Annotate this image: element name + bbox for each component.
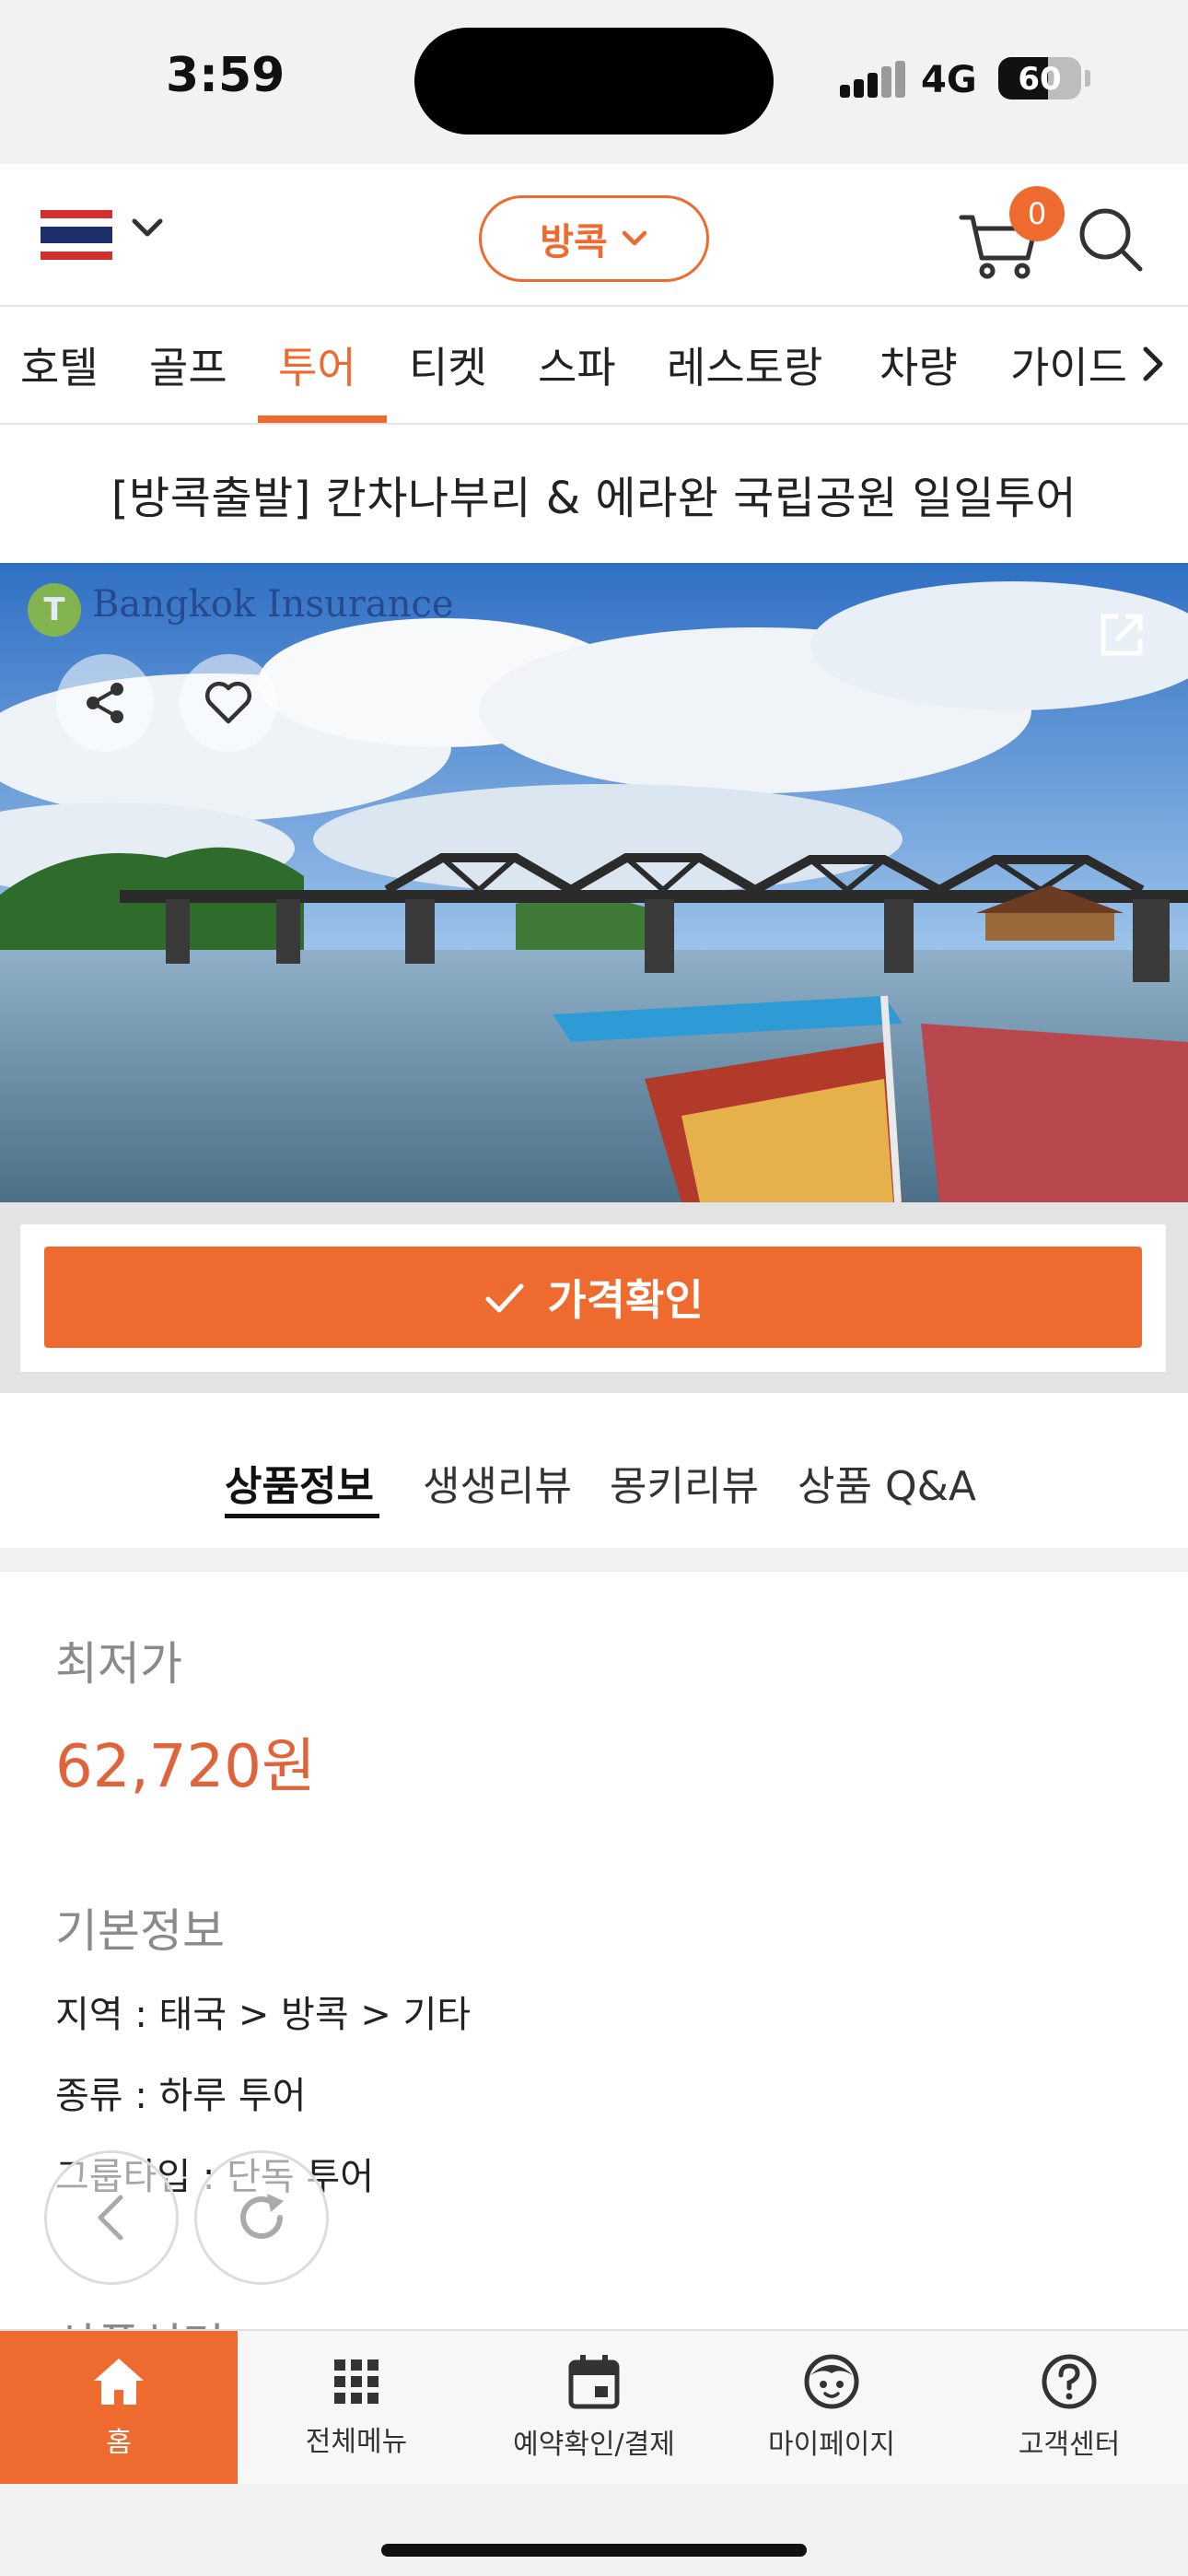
chevron-left-icon — [98, 2195, 123, 2241]
category-restaurant[interactable]: 레스토랑 — [667, 334, 822, 395]
category-tour[interactable]: 투어 — [278, 334, 356, 395]
category-guide[interactable]: 가이드 — [1010, 334, 1127, 395]
user-face-icon — [804, 2354, 859, 2409]
battery-icon: 60 — [998, 57, 1081, 100]
nav-my-page[interactable]: 마이페이지 — [713, 2331, 950, 2484]
refresh-button[interactable] — [194, 2150, 329, 2285]
lowest-price: 62,720원 — [55, 1733, 316, 1801]
app-header: 방콕 0 — [0, 164, 1188, 307]
basic-info-label: 기본정보 — [55, 1904, 225, 1958]
calendar-icon — [568, 2355, 620, 2409]
thailand-flag-icon[interactable] — [41, 210, 112, 260]
price-check-button[interactable]: 가격확인 — [44, 1247, 1142, 1348]
network-type: 4G — [921, 59, 977, 101]
category-golf[interactable]: 골프 — [149, 334, 227, 395]
check-icon — [485, 1283, 524, 1313]
tab-active-indicator — [225, 1514, 379, 1518]
nav-home[interactable]: 홈 — [0, 2331, 238, 2484]
search-icon[interactable] — [1076, 205, 1146, 275]
tab-monkey-reviews[interactable]: 몽키리뷰 — [610, 1453, 759, 1512]
category-hotel[interactable]: 호텔 — [20, 334, 99, 395]
description-label: 상품설명 — [55, 2309, 225, 2329]
product-image[interactable]: T Bangkok Insurance — [0, 563, 1188, 1202]
signal-icon — [840, 61, 905, 98]
category-vehicle[interactable]: 차량 — [879, 334, 958, 395]
battery-tip — [1085, 70, 1090, 87]
chevron-down-icon[interactable] — [129, 210, 166, 247]
tab-qna[interactable]: 상품 Q&A — [798, 1453, 976, 1512]
category-active-indicator — [258, 416, 387, 423]
nav-customer-center[interactable]: 고객센터 — [950, 2331, 1188, 2484]
product-title-bar: [방콕출발] 칸차나부리 & 에라완 국립공원 일일투어 — [0, 425, 1188, 563]
product-title: [방콕출발] 칸차나부리 & 에라완 국립공원 일일투어 — [111, 473, 1077, 524]
external-link-icon[interactable] — [1096, 609, 1147, 661]
category-nav: 호텔 골프 투어 티켓 스파 레스토랑 차량 가이드 — [0, 307, 1188, 425]
city-label: 방콕 — [540, 221, 608, 263]
share-icon — [87, 683, 123, 723]
nav-reservation[interactable]: 예약확인/결제 — [475, 2331, 713, 2484]
wishlist-button[interactable] — [180, 654, 277, 752]
category-ticket[interactable]: 티켓 — [409, 334, 487, 395]
section-divider — [0, 1548, 1188, 1572]
status-bar: 3:59 4G 60 — [0, 0, 1188, 164]
help-icon — [1042, 2354, 1097, 2409]
home-indicator[interactable] — [381, 2544, 807, 2557]
lowest-price-label: 최저가 — [55, 1637, 182, 1691]
back-button[interactable] — [44, 2150, 179, 2285]
nav-home-label: 홈 — [106, 2427, 132, 2459]
region-info: 지역 : 태국 > 방콕 > 기타 — [55, 1994, 472, 2036]
city-selector-button[interactable]: 방콕 — [479, 195, 709, 282]
share-button[interactable] — [56, 654, 154, 752]
home-indicator-area — [0, 2484, 1188, 2576]
price-check-label: 가격확인 — [547, 1275, 704, 1325]
battery-level: 60 — [1018, 61, 1062, 98]
heart-icon — [204, 681, 252, 724]
dynamic-island — [414, 28, 774, 135]
cart-count-badge: 0 — [1009, 186, 1065, 241]
kind-info: 종류 : 하루 투어 — [55, 2075, 307, 2117]
refresh-icon — [240, 2194, 284, 2239]
product-details: 최저가 62,720원 기본정보 지역 : 태국 > 방콕 > 기타 종류 : … — [0, 1572, 1188, 2329]
image-watermark: Bangkok Insurance — [92, 583, 454, 626]
chevron-right-icon[interactable] — [1135, 342, 1171, 386]
price-check-card: 가격확인 — [20, 1224, 1166, 1372]
t-badge: T — [28, 583, 81, 637]
tab-product-info[interactable]: 상품정보 — [225, 1453, 374, 1512]
status-time: 3:59 — [166, 48, 285, 103]
category-spa[interactable]: 스파 — [538, 334, 616, 395]
tab-reviews[interactable]: 생생리뷰 — [423, 1453, 572, 1512]
chevron-down-icon — [622, 230, 647, 246]
product-tabs: 상품정보 생생리뷰 몽키리뷰 상품 Q&A — [0, 1414, 1188, 1548]
grid-icon — [334, 2359, 379, 2404]
price-check-area: 가격확인 — [0, 1202, 1188, 1393]
nav-customer-center-label: 고객센터 — [1018, 2429, 1121, 2461]
bottom-nav: 홈 전체메뉴 예약확인/결제 마이페이지 고객센터 — [0, 2329, 1188, 2484]
nav-my-page-label: 마이페이지 — [768, 2429, 895, 2461]
nav-all-menu[interactable]: 전체메뉴 — [238, 2331, 475, 2484]
nav-all-menu-label: 전체메뉴 — [305, 2426, 408, 2458]
home-icon — [94, 2359, 144, 2405]
river-bridge-photo — [0, 563, 1188, 1202]
nav-reservation-label: 예약확인/결제 — [513, 2429, 675, 2461]
